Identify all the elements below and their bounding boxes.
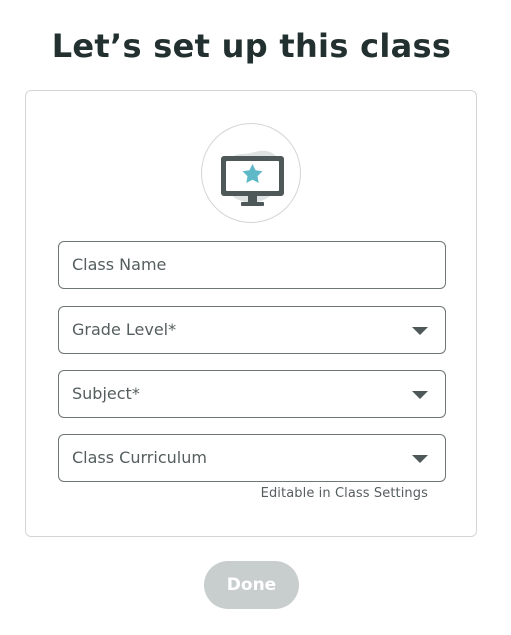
chevron-down-icon <box>412 391 428 399</box>
class-setup-card: Class Name Grade Level* Subject* Class C… <box>25 90 477 537</box>
subject-select[interactable]: Subject* <box>58 370 446 418</box>
curriculum-hint: Editable in Class Settings <box>260 486 428 501</box>
chevron-down-icon <box>412 327 428 335</box>
monitor-star-icon <box>221 150 284 206</box>
grade-level-label: Grade Level* <box>72 320 177 339</box>
page-title: Let’s set up this class <box>51 27 452 65</box>
chevron-down-icon <box>412 455 428 463</box>
class-name-placeholder: Class Name <box>72 255 167 274</box>
done-button[interactable]: Done <box>204 561 299 609</box>
class-name-input[interactable]: Class Name <box>58 241 446 289</box>
grade-level-select[interactable]: Grade Level* <box>58 306 446 354</box>
subject-label: Subject* <box>72 384 140 403</box>
class-curriculum-select[interactable]: Class Curriculum <box>58 434 446 482</box>
class-avatar <box>201 123 301 223</box>
class-curriculum-label: Class Curriculum <box>72 448 207 467</box>
